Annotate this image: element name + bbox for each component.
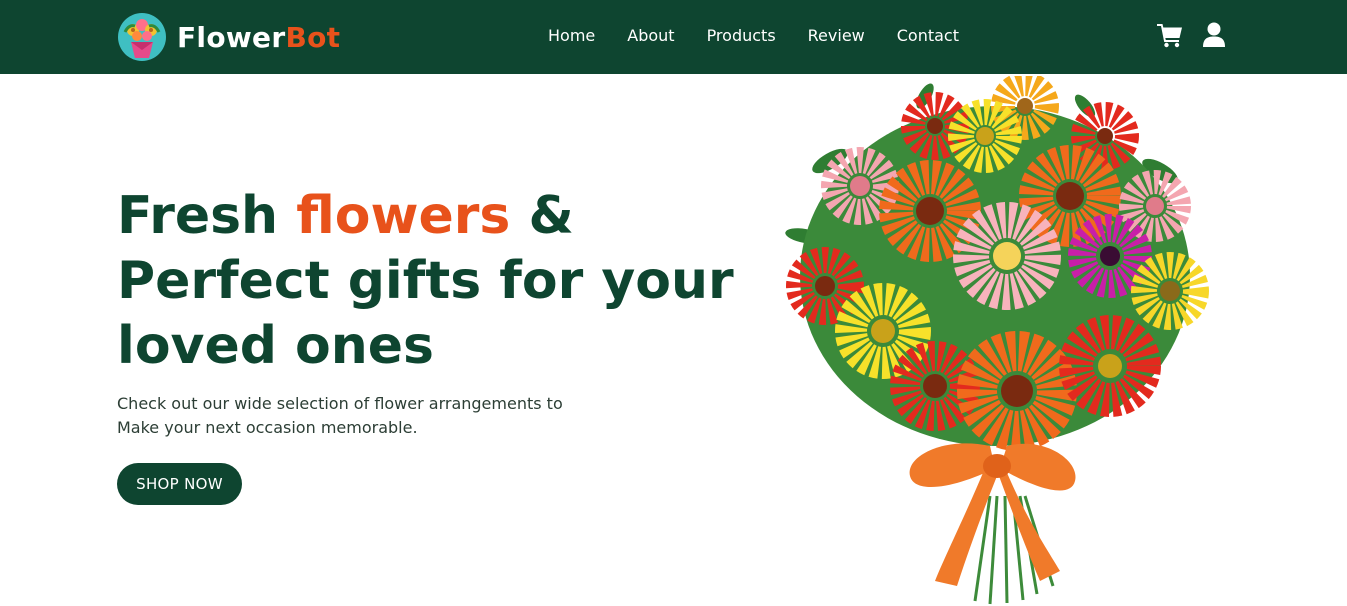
- flower-bouquet-image: [785, 76, 1209, 605]
- brand-name: FlowerBot: [177, 21, 340, 54]
- nav-link-products[interactable]: Products: [707, 25, 776, 47]
- hero-subtitle: Check out our wide selection of flower a…: [117, 392, 617, 440]
- flower-logo-icon: [118, 13, 166, 61]
- cart-icon[interactable]: [1156, 21, 1184, 49]
- hero-title-accent: flowers: [296, 186, 511, 246]
- nav-menu: Home About Products Review Contact: [548, 25, 991, 47]
- nav-link-contact[interactable]: Contact: [897, 25, 959, 47]
- hero-title: Fresh flowers & Perfect gifts for your l…: [117, 184, 757, 379]
- hero-subtitle-line2: Make your next occasion memorable.: [117, 418, 418, 437]
- navbar: FlowerBot Home About Products Review Con…: [0, 0, 1347, 74]
- nav-link-review[interactable]: Review: [808, 25, 865, 47]
- nav-icons: [1156, 21, 1228, 49]
- nav-link-home[interactable]: Home: [548, 25, 595, 47]
- user-icon[interactable]: [1200, 21, 1228, 49]
- brand-logo[interactable]: FlowerBot: [117, 12, 340, 62]
- brand-name-primary: Flower: [177, 20, 286, 54]
- nav-link-about[interactable]: About: [627, 25, 674, 47]
- hero-title-word: Fresh: [117, 186, 279, 246]
- shop-now-button[interactable]: SHOP NOW: [117, 463, 242, 505]
- brand-name-secondary: Bot: [285, 20, 341, 54]
- hero-subtitle-line1: Check out our wide selection of flower a…: [117, 394, 563, 413]
